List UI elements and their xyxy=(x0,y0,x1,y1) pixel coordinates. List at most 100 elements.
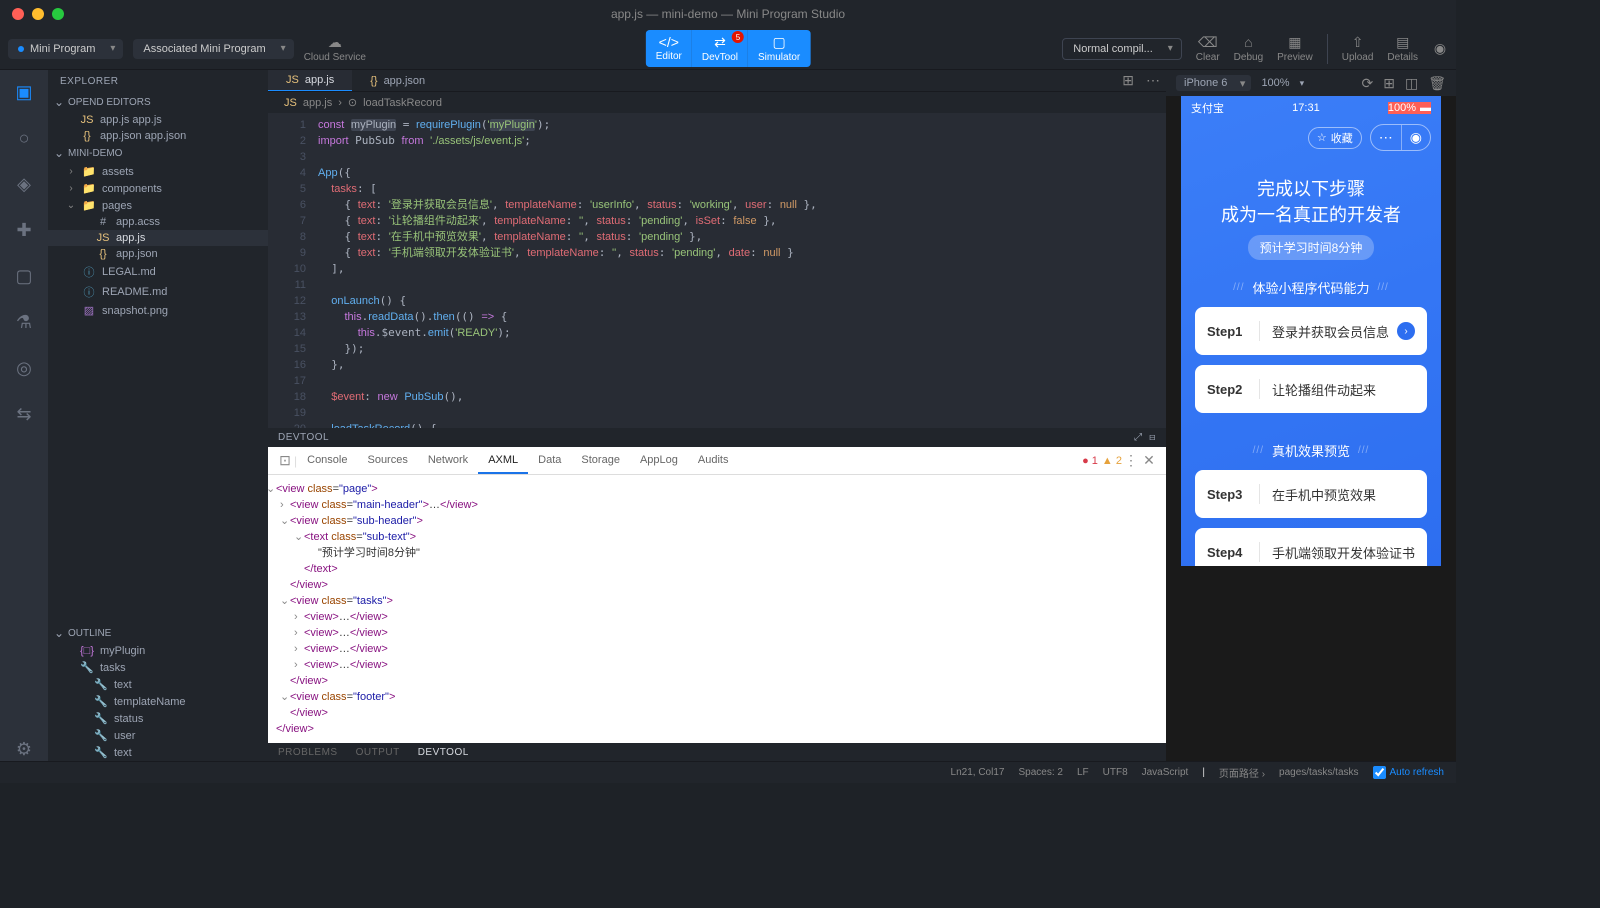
panel-tab[interactable]: OUTPUT xyxy=(356,747,400,758)
upload-button[interactable]: ⇧Upload xyxy=(1342,34,1374,63)
debug-button[interactable]: ⌂Debug xyxy=(1234,34,1263,63)
close-window[interactable] xyxy=(12,8,24,20)
window-title: app.js — mini-demo — Mini Program Studio xyxy=(611,7,845,21)
outline-item[interactable]: 🔧tasks xyxy=(48,659,268,676)
open-editors-section[interactable]: OPEND EDITORS xyxy=(48,93,268,112)
extensions-icon[interactable]: ✚ xyxy=(12,218,36,242)
clear-button[interactable]: ⌫Clear xyxy=(1196,34,1220,63)
zoom-level[interactable]: 100% xyxy=(1261,77,1289,89)
devtool-tab[interactable]: AXML xyxy=(478,448,528,474)
mini-program-dropdown[interactable]: Mini Program xyxy=(8,39,123,59)
status-encoding[interactable]: UTF8 xyxy=(1103,767,1128,778)
section-header-1: 体验小程序代码能力 xyxy=(1233,278,1389,297)
tree-item[interactable]: ⓘLEGAL.md xyxy=(48,262,268,282)
devtool-tab[interactable]: Network xyxy=(418,448,478,474)
minimize-window[interactable] xyxy=(32,8,44,20)
trash-icon[interactable]: 🗑 xyxy=(1428,75,1446,92)
tree-item[interactable]: {}app.json xyxy=(48,246,268,262)
status-spaces[interactable]: Spaces: 2 xyxy=(1018,767,1062,778)
user-icon[interactable]: ◉ xyxy=(1432,41,1448,57)
devtool-maximize-icon[interactable]: ⤢ xyxy=(1134,432,1143,443)
step-card[interactable]: Step4手机端领取开发体验证书 xyxy=(1195,528,1427,566)
maximize-window[interactable] xyxy=(52,8,64,20)
outline-item[interactable]: 🔧status xyxy=(48,710,268,727)
tree-item[interactable]: ⌄📁pages xyxy=(48,197,268,214)
diamond-icon[interactable]: ◈ xyxy=(12,172,36,196)
status-cursor[interactable]: Ln21, Col17 xyxy=(951,767,1005,778)
refresh-icon[interactable]: ⟳ xyxy=(1362,75,1374,92)
devtool-tab[interactable]: Console xyxy=(297,448,357,474)
devtool-close-icon[interactable]: ⊟ xyxy=(1149,432,1156,443)
step-card[interactable]: Step1登录并获取会员信息› xyxy=(1195,307,1427,355)
devtool-tab[interactable]: Sources xyxy=(357,448,417,474)
simulator-toggle[interactable]: ▢Simulator xyxy=(748,30,810,67)
devtool-tab[interactable]: AppLog xyxy=(630,448,688,474)
project-section[interactable]: MINI-DEMO xyxy=(48,144,268,163)
open-editor-item[interactable]: {}app.json app.json xyxy=(48,128,268,144)
devtool-tab[interactable]: Audits xyxy=(688,448,739,474)
outline-item[interactable]: 🔧text xyxy=(48,676,268,693)
explorer-title: EXPLORER xyxy=(48,70,268,93)
hero-title-1: 完成以下步骤 xyxy=(1257,175,1365,201)
compare-icon[interactable]: ⇆ xyxy=(12,402,36,426)
axml-dom-tree[interactable]: ⌄<view class="page">›<view class="main-h… xyxy=(268,475,1166,743)
details-button[interactable]: ▤Details xyxy=(1387,34,1418,63)
editor-tab[interactable]: JSapp.js xyxy=(268,70,352,91)
devtool-tab[interactable]: Data xyxy=(528,448,571,474)
inspect-icon[interactable]: ⊡ xyxy=(276,452,294,469)
open-editor-item[interactable]: JSapp.js app.js xyxy=(48,112,268,128)
section-header-2: 真机效果预览 xyxy=(1253,441,1370,460)
devtool-more-icon[interactable]: ⋮ xyxy=(1122,452,1140,469)
simulator-screen[interactable]: 支付宝 17:31 100% ▬ ☆ 收藏 ⋯◉ 完成以下步骤 成为一名真正的开… xyxy=(1181,96,1441,566)
tree-item[interactable]: JSapp.js xyxy=(48,230,268,246)
warning-count[interactable]: ▲ 2 xyxy=(1102,455,1122,467)
breadcrumb[interactable]: JS app.js › ⊙ loadTaskRecord xyxy=(268,92,1166,113)
device-select[interactable]: iPhone 6 xyxy=(1176,75,1251,91)
code-editor[interactable]: const myPlugin = requirePlugin('myPlugin… xyxy=(318,113,1166,428)
tab-control-icon[interactable]: ⊞ xyxy=(1116,70,1140,91)
editor-toggle[interactable]: </>Editor xyxy=(646,30,692,67)
more-icon[interactable]: ⋯ xyxy=(1371,125,1402,150)
error-count[interactable]: ● 1 xyxy=(1082,455,1098,467)
line-gutter: 123456789101112131415161718192021222324 xyxy=(268,113,318,428)
search-icon[interactable]: ○ xyxy=(12,126,36,150)
compile-dropdown[interactable]: Normal compil... xyxy=(1062,38,1181,60)
devtool-toggle[interactable]: ⇄5DevTool xyxy=(692,30,748,67)
outline-item[interactable]: {□}myPlugin xyxy=(48,643,268,659)
outline-item[interactable]: 🔧text xyxy=(48,744,268,761)
target-icon[interactable]: ◉ xyxy=(1402,125,1430,150)
tab-more-icon[interactable]: ⋯ xyxy=(1140,70,1166,91)
panel-tab[interactable]: PROBLEMS xyxy=(278,747,338,758)
layers-icon[interactable]: ◫ xyxy=(1405,75,1418,92)
status-lf[interactable]: LF xyxy=(1077,767,1089,778)
panel-tab[interactable]: DEVTOOL xyxy=(418,747,469,758)
beaker-icon[interactable]: ⚗ xyxy=(12,310,36,334)
devtool-tab[interactable]: Storage xyxy=(571,448,630,474)
status-carrier: 支付宝 xyxy=(1191,100,1224,116)
step-card[interactable]: Step2让轮播组件动起来 xyxy=(1195,365,1427,413)
outline-section[interactable]: OUTLINE xyxy=(48,624,268,643)
box-icon[interactable]: ▢ xyxy=(12,264,36,288)
preview-button[interactable]: ▦Preview xyxy=(1277,34,1313,63)
status-route[interactable]: pages/tasks/tasks xyxy=(1279,767,1358,778)
auto-refresh-checkbox[interactable]: Auto refresh xyxy=(1373,766,1444,779)
devtool-close-panel-icon[interactable]: ✕ xyxy=(1140,452,1158,469)
settings-icon[interactable]: ⚙ xyxy=(12,737,36,761)
associated-dropdown[interactable]: Associated Mini Program xyxy=(133,39,293,59)
tree-item[interactable]: #app.acss xyxy=(48,214,268,230)
status-route-label: 页面路径 › xyxy=(1219,765,1265,780)
tree-item[interactable]: ⓘREADME.md xyxy=(48,282,268,302)
tree-item[interactable]: ›📁components xyxy=(48,180,268,197)
explorer-icon[interactable]: ▣ xyxy=(12,80,36,104)
step-card[interactable]: Step3在手机中预览效果 xyxy=(1195,470,1427,518)
sync-icon[interactable]: ◎ xyxy=(12,356,36,380)
status-lang[interactable]: JavaScript xyxy=(1142,767,1189,778)
outline-item[interactable]: 🔧user xyxy=(48,727,268,744)
editor-tab[interactable]: {}app.json xyxy=(352,70,443,91)
tree-item[interactable]: ›📁assets xyxy=(48,163,268,180)
tree-item[interactable]: ▨snapshot.png xyxy=(48,302,268,319)
cloud-service-button[interactable]: ☁Cloud Service xyxy=(304,34,366,63)
grid-icon[interactable]: ⊞ xyxy=(1383,75,1395,92)
favorite-button[interactable]: ☆ 收藏 xyxy=(1308,127,1362,149)
outline-item[interactable]: 🔧templateName xyxy=(48,693,268,710)
